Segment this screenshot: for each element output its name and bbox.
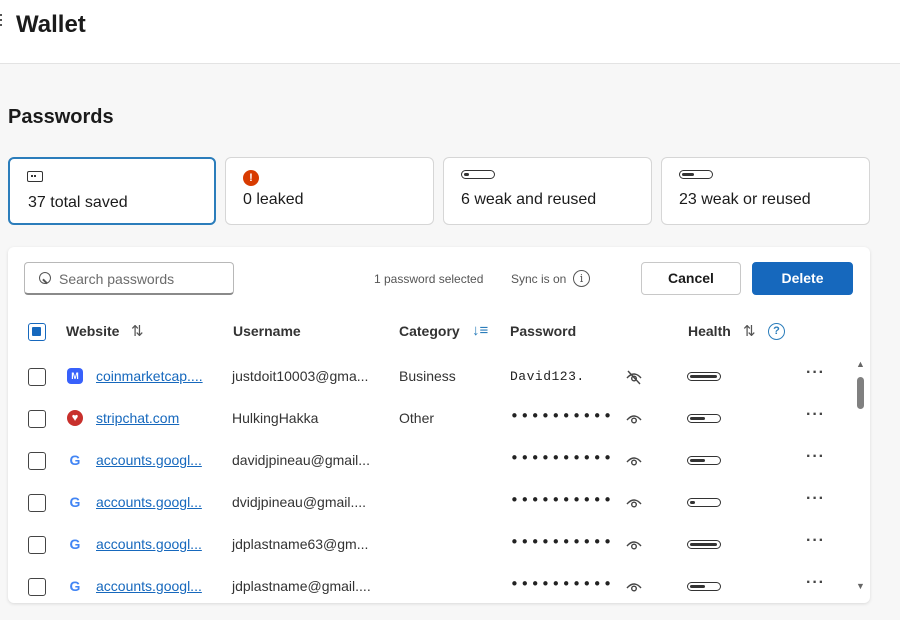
- website-link[interactable]: accounts.googl...: [96, 578, 202, 594]
- alert-icon: !: [243, 170, 259, 186]
- sort-icon[interactable]: ⇅: [743, 322, 756, 340]
- coinmarketcap-icon: M: [67, 368, 83, 384]
- select-all-checkbox[interactable]: [28, 323, 46, 341]
- more-options-icon[interactable]: ···: [806, 574, 825, 592]
- column-header-category[interactable]: Category: [399, 323, 460, 339]
- row-checkbox[interactable]: [28, 494, 46, 512]
- row-checkbox[interactable]: [28, 536, 46, 554]
- scroll-down-icon[interactable]: ▼: [856, 581, 865, 591]
- username-cell: jdplastname@gmail....: [232, 578, 371, 594]
- health-bar-icon: [687, 540, 721, 549]
- password-cell: ••••••••••: [510, 575, 614, 593]
- page-title: Passwords: [8, 106, 114, 128]
- search-icon: [39, 272, 51, 284]
- more-options-icon[interactable]: ···: [806, 364, 825, 382]
- passwords-panel: 1 password selected Sync is on i Cancel …: [8, 247, 870, 603]
- password-cell: ••••••••••: [510, 407, 614, 425]
- sort-icon[interactable]: ⇅: [131, 322, 144, 340]
- help-icon[interactable]: ?: [768, 323, 785, 340]
- table-row[interactable]: Gaccounts.googl... jdplastname@gmail.... •…: [8, 566, 850, 603]
- health-bar-icon: [687, 582, 721, 591]
- stat-label: 6 weak and reused: [461, 191, 597, 208]
- more-options-icon[interactable]: ···: [806, 406, 825, 424]
- password-cell: ••••••••••: [510, 449, 614, 467]
- username-cell: justdoit10003@gma...: [232, 368, 369, 384]
- card-icon: [27, 171, 43, 182]
- more-options-icon[interactable]: ···: [806, 448, 825, 466]
- stat-leaked[interactable]: ! 0 leaked: [225, 157, 434, 225]
- column-header-health[interactable]: Health: [688, 323, 731, 339]
- password-cell: ••••••••••: [510, 533, 614, 551]
- password-cell: ••••••••••: [510, 491, 614, 509]
- website-link[interactable]: accounts.googl...: [96, 452, 202, 468]
- table-row[interactable]: Gaccounts.googl... dvidjpineau@gmail.... •…: [8, 482, 850, 524]
- category-cell: Other: [399, 410, 435, 426]
- app-header: Wallet: [0, 0, 900, 64]
- table-row[interactable]: ♥ stripchat.com HulkingHakka Other •••••••••…: [8, 398, 850, 440]
- stat-total-saved[interactable]: 37 total saved: [8, 157, 216, 225]
- cancel-button[interactable]: Cancel: [641, 262, 741, 295]
- row-checkbox[interactable]: [28, 578, 46, 596]
- row-checkbox[interactable]: [28, 452, 46, 470]
- search-input[interactable]: [59, 269, 227, 289]
- show-password-icon[interactable]: [625, 578, 643, 596]
- password-cell: David123.: [510, 369, 585, 384]
- column-header-password: Password: [510, 323, 577, 339]
- selection-count: 1 password selected: [374, 272, 484, 286]
- table-row[interactable]: Mcoinmarketcap.... justdoit10003@gma... Bu…: [8, 356, 850, 398]
- google-icon: G: [69, 452, 81, 468]
- health-bar-icon: [687, 456, 721, 465]
- stat-weak-or-reused[interactable]: 23 weak or reused: [661, 157, 870, 225]
- scrollbar[interactable]: ▲ ▼: [853, 359, 867, 599]
- google-icon: G: [69, 578, 81, 594]
- row-checkbox[interactable]: [28, 410, 46, 428]
- username-cell: dvidjpineau@gmail....: [232, 494, 367, 510]
- google-icon: G: [69, 536, 81, 552]
- stat-label: 0 leaked: [243, 191, 304, 208]
- stat-label: 37 total saved: [28, 194, 128, 211]
- health-bar-icon: [687, 414, 721, 423]
- username-cell: davidjpineau@gmail...: [232, 452, 370, 468]
- info-icon[interactable]: i: [573, 270, 590, 287]
- drag-handle-icon[interactable]: [0, 14, 3, 30]
- hide-password-icon[interactable]: [625, 368, 643, 386]
- stat-weak-and-reused[interactable]: 6 weak and reused: [443, 157, 652, 225]
- show-password-icon[interactable]: [625, 494, 643, 512]
- table-row[interactable]: Gaccounts.googl... jdplastname63@gm... •••…: [8, 524, 850, 566]
- health-bar-icon: [679, 170, 713, 179]
- health-bar-icon: [687, 372, 721, 381]
- column-header-username[interactable]: Username: [233, 323, 301, 339]
- website-link[interactable]: coinmarketcap....: [96, 368, 203, 384]
- more-options-icon[interactable]: ···: [806, 532, 825, 550]
- google-icon: G: [69, 494, 81, 510]
- health-bar-icon: [687, 498, 721, 507]
- stripchat-icon: ♥: [67, 410, 83, 426]
- show-password-icon[interactable]: [625, 410, 643, 428]
- column-header-website[interactable]: Website: [66, 323, 119, 339]
- search-box: [24, 262, 234, 295]
- scroll-thumb[interactable]: [857, 377, 864, 409]
- show-password-icon[interactable]: [625, 536, 643, 554]
- stat-label: 23 weak or reused: [679, 191, 811, 208]
- table-row[interactable]: Gaccounts.googl... davidjpineau@gmail... •…: [8, 440, 850, 482]
- website-link[interactable]: accounts.googl...: [96, 536, 202, 552]
- category-cell: Business: [399, 368, 456, 384]
- health-bar-icon: [461, 170, 495, 179]
- show-password-icon[interactable]: [625, 452, 643, 470]
- sync-status: Sync is on: [511, 272, 567, 286]
- app-title: Wallet: [16, 11, 86, 38]
- website-link[interactable]: stripchat.com: [96, 410, 179, 426]
- sort-descending-icon[interactable]: ↓≡: [472, 322, 488, 339]
- username-cell: jdplastname63@gm...: [232, 536, 369, 552]
- username-cell: HulkingHakka: [232, 410, 319, 426]
- scroll-up-icon[interactable]: ▲: [856, 359, 865, 369]
- website-link[interactable]: accounts.googl...: [96, 494, 202, 510]
- delete-button[interactable]: Delete: [752, 262, 853, 295]
- more-options-icon[interactable]: ···: [806, 490, 825, 508]
- row-checkbox[interactable]: [28, 368, 46, 386]
